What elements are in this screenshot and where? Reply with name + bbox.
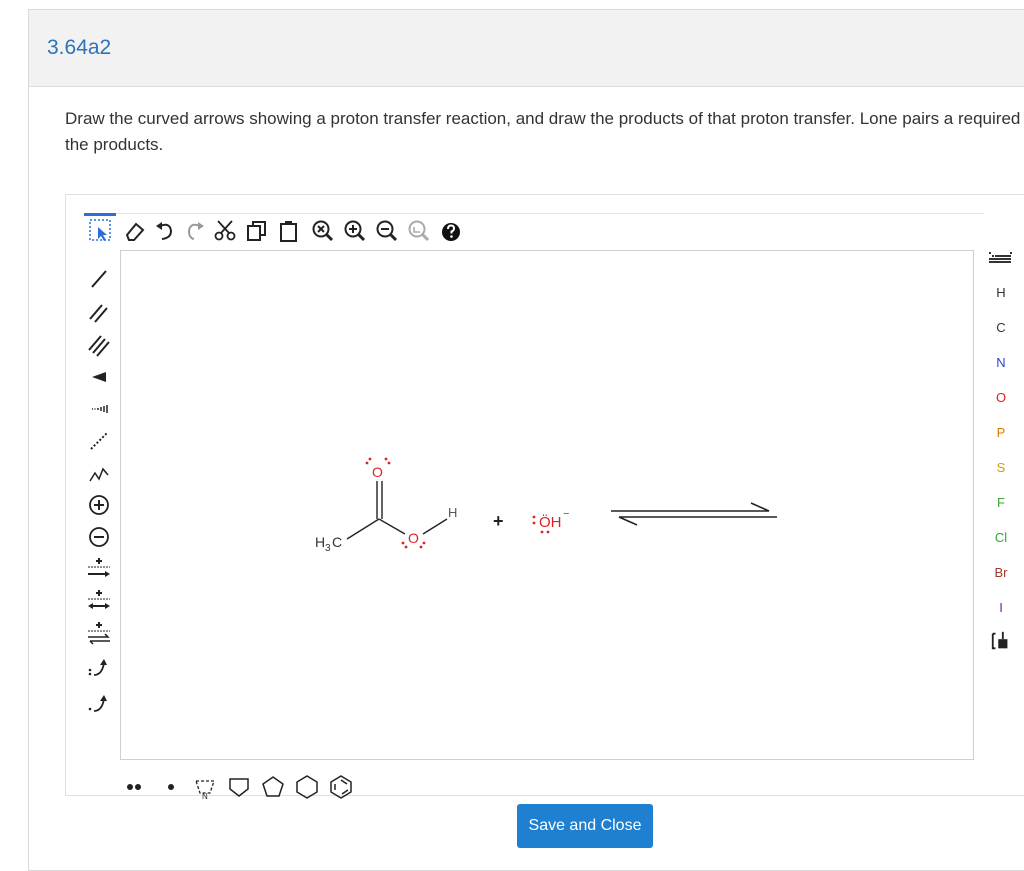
ring-n-icon[interactable]: N [190, 773, 220, 801]
element-br-label: Br [994, 565, 1008, 580]
element-f-label: F [997, 495, 1005, 510]
element-s-button[interactable]: S [976, 454, 1024, 482]
methyl-c-label: C [332, 534, 342, 550]
element-n-button[interactable]: N [976, 349, 1024, 377]
element-c-label: C [996, 320, 1006, 335]
drawing-canvas[interactable]: H 3 C O O H + ÖH − [120, 250, 974, 760]
question-title: 3.64a2 [47, 36, 112, 59]
radical-icon[interactable] [156, 773, 186, 801]
methyl-subscript-label: 3 [325, 543, 331, 554]
element-cl-label: Cl [994, 530, 1008, 545]
lone-pair-icon[interactable] [120, 773, 150, 801]
element-h-label: H [996, 285, 1006, 300]
hydroxide-bottom-lone-pair [540, 530, 550, 534]
erase-icon[interactable] [122, 218, 148, 244]
generic-atom-icon[interactable] [976, 627, 1024, 655]
element-c-button[interactable]: C [976, 314, 1024, 342]
element-p-button[interactable]: P [976, 419, 1024, 447]
cyclobutane-icon[interactable] [224, 773, 254, 801]
o-h-bond [422, 518, 448, 535]
save-and-close-button[interactable]: Save and Close [517, 804, 653, 848]
negative-charge-icon[interactable] [84, 523, 114, 551]
cyclopentane-icon[interactable] [258, 773, 288, 801]
carbonyl-oxygen-label: O [372, 464, 383, 480]
hydroxide-label: ÖH [539, 513, 562, 531]
methyl-h-label: H [315, 534, 325, 550]
double-bond-icon[interactable] [84, 299, 114, 327]
question-card: 3.64a2 Draw the curved arrows showing a … [28, 9, 1024, 871]
triple-bond-icon[interactable] [84, 331, 114, 359]
element-f-button[interactable]: F [976, 489, 1024, 517]
element-i-label: I [999, 600, 1003, 615]
element-toolbar: H C N O P S F Cl Br I [976, 252, 1024, 673]
single-bond-icon[interactable] [84, 265, 114, 293]
hash-bond-icon[interactable] [84, 395, 114, 423]
select-tool-icon[interactable] [88, 218, 114, 244]
ch3-c-bond [346, 518, 380, 540]
redo-icon[interactable] [182, 218, 208, 244]
wedge-bond-icon[interactable] [84, 363, 114, 391]
element-n-label: N [996, 355, 1006, 370]
periodic-table-icon[interactable] [976, 243, 1024, 271]
resonance-arrow-icon[interactable] [84, 587, 114, 615]
zoom-out-icon[interactable] [374, 218, 400, 244]
zoom-in-icon[interactable] [342, 218, 368, 244]
left-toolbar [84, 251, 114, 731]
element-br-button[interactable]: Br [976, 559, 1024, 587]
dashed-bond-icon[interactable] [84, 427, 114, 455]
acidic-hydrogen-label: H [448, 505, 457, 520]
curved-arrow-electron-pair-icon[interactable] [84, 653, 114, 681]
element-h-button[interactable]: H [976, 279, 1024, 307]
reaction-plus-sign: + [493, 511, 504, 531]
equilibrium-arrow-icon[interactable] [84, 619, 114, 647]
active-tool-indicator [84, 213, 116, 216]
structure-editor: H 3 C O O H + ÖH − H C N O P S F Cl Br I… [65, 194, 1024, 801]
cut-icon[interactable] [212, 218, 238, 244]
forward-equilibrium-arrow [611, 502, 770, 512]
hydroxyl-oxygen-label: O [408, 530, 419, 546]
bottom-toolbar: N [120, 773, 540, 803]
question-header: 3.64a2 [29, 10, 1024, 87]
element-o-button[interactable]: O [976, 384, 1024, 412]
copy-icon[interactable] [244, 218, 270, 244]
hydroxide-charge-label: − [563, 508, 569, 520]
cyclohexane-icon[interactable] [292, 773, 322, 801]
positive-charge-icon[interactable] [84, 491, 114, 519]
zoom-fit-icon[interactable] [406, 218, 432, 244]
element-o-label: O [995, 390, 1007, 405]
element-s-label: S [996, 460, 1006, 475]
reaction-arrow-icon[interactable] [84, 555, 114, 583]
help-icon[interactable] [438, 218, 464, 244]
element-i-button[interactable]: I [976, 594, 1024, 622]
chain-icon[interactable] [84, 459, 114, 487]
curved-arrow-single-electron-icon[interactable] [84, 689, 114, 717]
carbonyl-double-bond [376, 481, 383, 519]
reverse-equilibrium-arrow [618, 516, 777, 526]
element-cl-button[interactable]: Cl [976, 524, 1024, 552]
svg-text:N: N [202, 792, 208, 801]
paste-icon[interactable] [276, 218, 302, 244]
undo-icon[interactable] [152, 218, 178, 244]
question-text: Draw the curved arrows showing a proton … [65, 109, 1024, 154]
benzene-icon[interactable] [326, 773, 356, 801]
top-toolbar [84, 213, 984, 250]
c-o-bond [378, 518, 406, 535]
clear-zoom-icon[interactable] [310, 218, 336, 244]
reaction-drawing: H 3 C O O H + ÖH − [315, 457, 777, 554]
element-p-label: P [996, 425, 1006, 440]
hydroxide-left-lone-pair [532, 515, 536, 525]
